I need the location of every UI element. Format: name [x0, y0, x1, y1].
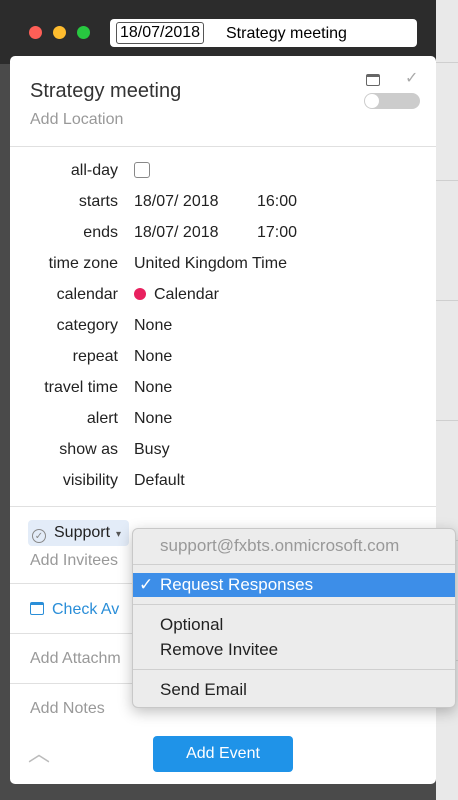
ends-label: ends — [83, 224, 118, 241]
ends-time[interactable]: 17:00 — [257, 224, 297, 242]
checkmark-icon: ✓ — [405, 70, 419, 87]
travel-time-label: travel time — [44, 379, 118, 396]
strip-divider — [436, 300, 458, 301]
travel-time-value[interactable]: None — [134, 379, 172, 397]
request-responses-label: Request Responses — [160, 575, 314, 594]
strip-divider — [436, 180, 458, 181]
menu-separator — [133, 564, 455, 565]
strip-divider — [436, 62, 458, 63]
event-title[interactable]: Strategy meeting — [30, 80, 181, 103]
strip-divider — [436, 420, 458, 421]
allday-label: all-day — [70, 162, 118, 179]
minimize-window-button[interactable] — [53, 26, 66, 39]
invitee-status-icon: ✓ — [32, 529, 46, 543]
alert-value[interactable]: None — [134, 410, 172, 428]
show-as-value[interactable]: Busy — [134, 441, 170, 459]
add-event-button[interactable]: Add Event — [153, 736, 293, 772]
starts-time[interactable]: 16:00 — [257, 193, 297, 211]
category-value[interactable]: None — [134, 317, 172, 335]
invitee-chip-support[interactable]: ✓ Support ▾ — [28, 520, 130, 546]
checkmark-icon: ✓ — [139, 575, 154, 594]
ends-date[interactable]: 18/07/ 2018 — [134, 224, 219, 242]
category-label: category — [56, 317, 118, 334]
zoom-window-button[interactable] — [77, 26, 90, 39]
invitee-name: Support — [54, 524, 111, 541]
repeat-value[interactable]: None — [134, 348, 172, 366]
menu-item-optional[interactable]: Optional — [133, 613, 455, 637]
calendar-value: Calendar — [154, 286, 219, 303]
menu-item-send-email[interactable]: Send Email — [133, 678, 455, 702]
visibility-label: visibility — [62, 472, 118, 489]
add-attachment-button[interactable]: Add Attachm — [30, 650, 121, 668]
timezone-value[interactable]: United Kingdom Time — [134, 255, 287, 273]
menu-separator — [133, 604, 455, 605]
completed-toggle[interactable] — [364, 93, 420, 109]
chevron-up-icon[interactable]: ︿ — [28, 736, 50, 768]
quick-event-field[interactable]: 18/07/2018 Strategy meeting — [110, 19, 417, 47]
divider — [10, 146, 436, 147]
menu-item-remove-invitee[interactable]: Remove Invitee — [133, 638, 455, 662]
show-as-label: show as — [59, 441, 118, 458]
alert-label: alert — [86, 410, 118, 427]
repeat-label: repeat — [72, 348, 118, 365]
calendar-color-dot — [134, 288, 146, 300]
quick-event-text: Strategy meeting — [226, 25, 347, 42]
calendar-label: calendar — [56, 286, 118, 303]
check-availability-label: Check Av — [52, 601, 120, 618]
starts-label: starts — [78, 193, 118, 210]
visibility-value[interactable]: Default — [134, 472, 185, 490]
starts-date[interactable]: 18/07/ 2018 — [134, 193, 219, 211]
divider — [10, 506, 436, 507]
window-titlebar: 18/07/2018 Strategy meeting — [0, 0, 436, 64]
menu-separator — [133, 669, 455, 670]
add-invitees-field[interactable]: Add Invitees — [30, 552, 118, 570]
allday-checkbox[interactable] — [134, 162, 150, 178]
invitee-context-menu: support@fxbts.onmicrosoft.com ✓ Request R… — [132, 528, 456, 708]
menu-item-email: support@fxbts.onmicrosoft.com — [160, 536, 400, 555]
timezone-label: time zone — [48, 255, 118, 272]
calendar-icon — [366, 74, 380, 86]
menu-item-request-responses[interactable]: ✓ Request Responses — [133, 573, 455, 597]
check-availability-button[interactable]: Check Av — [30, 601, 119, 619]
toggle-knob — [365, 94, 379, 108]
date-token: 18/07/2018 — [116, 22, 205, 44]
calendar-selector[interactable]: Calendar — [134, 286, 219, 304]
chevron-down-icon[interactable]: ▾ — [116, 529, 121, 540]
add-location-field[interactable]: Add Location — [30, 111, 123, 129]
close-window-button[interactable] — [29, 26, 42, 39]
calendar-grid-icon — [30, 602, 44, 615]
add-notes-field[interactable]: Add Notes — [30, 700, 105, 718]
